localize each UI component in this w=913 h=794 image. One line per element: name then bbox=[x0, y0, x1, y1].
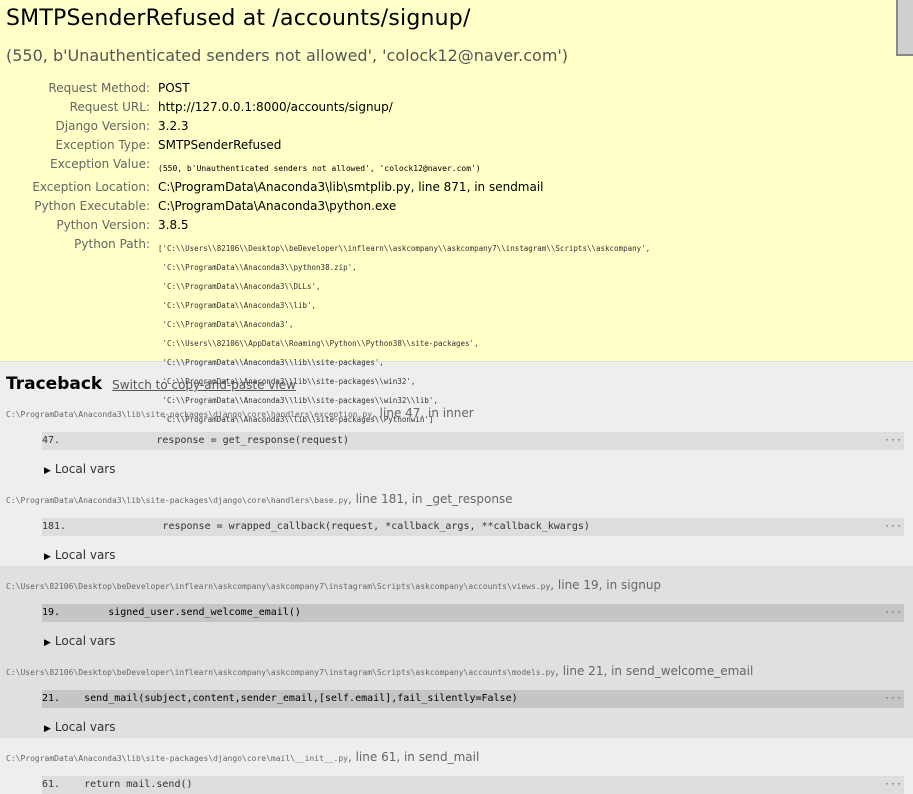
frame-location: , line 181, in _get_response bbox=[347, 492, 513, 506]
triangle-right-icon: ▶ bbox=[44, 638, 51, 648]
traceback-frames: C:\ProgramData\Anaconda3\lib\site-packag… bbox=[0, 394, 913, 794]
expand-context-icon[interactable]: ··· bbox=[884, 776, 902, 794]
local-vars-label: Local vars bbox=[54, 720, 116, 734]
expand-context-icon[interactable]: ··· bbox=[884, 604, 902, 622]
meta-row: Exception Type: SMTPSenderRefused bbox=[6, 136, 650, 155]
frame-filename: C:\ProgramData\Anaconda3\lib\site-packag… bbox=[6, 754, 348, 763]
frame-location: , line 61, in send_mail bbox=[347, 750, 480, 764]
line-number: 19. bbox=[42, 607, 61, 618]
code-text: signed_user.send_welcome_email() bbox=[60, 607, 301, 618]
meta-row: Request Method: POST bbox=[6, 79, 650, 98]
python-path-entry: 'C:\\ProgramData\\Anaconda3\\DLLs', bbox=[158, 282, 321, 291]
expand-context-icon[interactable]: ··· bbox=[884, 432, 902, 450]
line-number: 61. bbox=[42, 779, 61, 790]
meta-value: POST bbox=[158, 81, 190, 95]
meta-row: Request URL: http://127.0.0.1:8000/accoun… bbox=[6, 98, 650, 117]
frame-filename: C:\ProgramData\Anaconda3\lib\site-packag… bbox=[6, 496, 348, 505]
traceback-section: Traceback Switch to copy-and-paste view … bbox=[0, 374, 913, 794]
frame-header: C:\Users\82106\Desktop\beDeveloper\infle… bbox=[6, 566, 913, 594]
exception-value-heading: (550, b'Unauthenticated senders not allo… bbox=[6, 46, 569, 65]
traceback-heading: Traceback Switch to copy-and-paste view bbox=[6, 374, 913, 394]
meta-value: (550, b'Unauthenticated senders not allo… bbox=[158, 164, 481, 173]
frame-header: C:\ProgramData\Anaconda3\lib\site-packag… bbox=[6, 394, 913, 422]
meta-value: C:\ProgramData\Anaconda3\lib\smtplib.py,… bbox=[158, 180, 544, 194]
python-path-entry: 'C:\\ProgramData\\Anaconda3', bbox=[158, 320, 294, 329]
context-line[interactable]: 61. return mail.send() ··· bbox=[42, 776, 904, 794]
triangle-right-icon: ▶ bbox=[44, 552, 51, 562]
context-line[interactable]: 181. response = wrapped_callback(request… bbox=[42, 518, 904, 536]
local-vars-toggle[interactable]: ▶ Local vars bbox=[44, 462, 913, 480]
code-text: send_mail(subject,content,sender_email,[… bbox=[60, 693, 518, 704]
switch-to-copy-paste-link[interactable]: Switch to copy-and-paste view bbox=[112, 378, 296, 392]
frame-location: , line 19, in signup bbox=[550, 578, 662, 592]
meta-row: Exception Location: C:\ProgramData\Anacon… bbox=[6, 178, 650, 197]
meta-label: Exception Location: bbox=[32, 180, 150, 194]
frame-location: , line 47, in inner bbox=[372, 406, 474, 420]
frame-filename: C:\Users\82106\Desktop\beDeveloper\infle… bbox=[6, 582, 551, 591]
triangle-right-icon: ▶ bbox=[44, 724, 51, 734]
error-summary: SMTPSenderRefused at /accounts/signup/ (… bbox=[0, 0, 913, 451]
python-path-entry: 'C:\\ProgramData\\Anaconda3\\python38.zi… bbox=[158, 263, 357, 272]
local-vars-toggle[interactable]: ▶ Local vars bbox=[44, 634, 913, 652]
meta-row: Django Version: 3.2.3 bbox=[6, 117, 650, 136]
meta-label: Python Version: bbox=[56, 218, 150, 232]
frame-header: C:\Users\82106\Desktop\beDeveloper\infle… bbox=[6, 652, 913, 680]
meta-value: C:\ProgramData\Anaconda3\python.exe bbox=[158, 199, 397, 213]
line-number: 181. bbox=[42, 521, 67, 532]
traceback-frame: C:\ProgramData\Anaconda3\lib\site-packag… bbox=[6, 480, 913, 566]
python-path-entry: 'C:\\Users\\82106\\AppData\\Roaming\\Pyt… bbox=[158, 339, 479, 348]
frame-header: C:\ProgramData\Anaconda3\lib\site-packag… bbox=[6, 738, 913, 766]
local-vars-label: Local vars bbox=[54, 462, 116, 476]
meta-label: Exception Value: bbox=[50, 157, 150, 171]
python-path-entry: 'C:\\ProgramData\\Anaconda3\\lib\\site-p… bbox=[158, 358, 384, 367]
expand-context-icon[interactable]: ··· bbox=[884, 690, 902, 708]
meta-row: Exception Value: (550, b'Unauthenticated … bbox=[6, 155, 650, 178]
meta-label: Exception Type: bbox=[55, 138, 150, 152]
meta-label: Request Method: bbox=[48, 81, 150, 95]
corner-widget bbox=[896, 0, 913, 56]
context-line[interactable]: 21. send_mail(subject,content,sender_ema… bbox=[42, 690, 904, 708]
line-number: 47. bbox=[42, 435, 61, 446]
meta-value: 3.2.3 bbox=[158, 119, 189, 133]
local-vars-toggle[interactable]: ▶ Local vars bbox=[44, 548, 913, 566]
frame-location: , line 21, in send_welcome_email bbox=[555, 664, 754, 678]
meta-row: Python Executable: C:\ProgramData\Anacond… bbox=[6, 197, 650, 216]
code-text: response = get_response(request) bbox=[60, 435, 350, 446]
meta-label: Django Version: bbox=[55, 119, 150, 133]
traceback-title: Traceback bbox=[6, 374, 103, 394]
frame-header: C:\ProgramData\Anaconda3\lib\site-packag… bbox=[6, 480, 913, 508]
meta-label: Request URL: bbox=[69, 100, 150, 114]
local-vars-label: Local vars bbox=[54, 548, 116, 562]
python-path-entry: ['C:\\Users\\82106\\Desktop\\beDeveloper… bbox=[158, 244, 651, 253]
python-path-entry: 'C:\\ProgramData\\Anaconda3\\lib', bbox=[158, 301, 317, 310]
traceback-frame: C:\Users\82106\Desktop\beDeveloper\infle… bbox=[0, 566, 913, 652]
traceback-frame: C:\ProgramData\Anaconda3\lib\site-packag… bbox=[6, 738, 913, 794]
meta-value: SMTPSenderRefused bbox=[158, 138, 282, 152]
traceback-frame: C:\Users\82106\Desktop\beDeveloper\infle… bbox=[0, 652, 913, 738]
line-number: 21. bbox=[42, 693, 61, 704]
page-title: SMTPSenderRefused at /accounts/signup/ bbox=[6, 6, 471, 31]
context-line[interactable]: 47. response = get_response(request) ··· bbox=[42, 432, 904, 450]
context-line[interactable]: 19. signed_user.send_welcome_email() ··· bbox=[42, 604, 904, 622]
meta-label: Python Executable: bbox=[34, 199, 150, 213]
meta-value: http://127.0.0.1:8000/accounts/signup/ bbox=[158, 100, 393, 114]
meta-value: 3.8.5 bbox=[158, 218, 189, 232]
frame-filename: C:\ProgramData\Anaconda3\lib\site-packag… bbox=[6, 410, 373, 419]
meta-row: Python Version: 3.8.5 bbox=[6, 216, 650, 235]
traceback-frame: C:\ProgramData\Anaconda3\lib\site-packag… bbox=[6, 394, 913, 480]
code-text: response = wrapped_callback(request, *ca… bbox=[66, 521, 590, 532]
frame-filename: C:\Users\82106\Desktop\beDeveloper\infle… bbox=[6, 668, 556, 677]
local-vars-label: Local vars bbox=[54, 634, 116, 648]
triangle-right-icon: ▶ bbox=[44, 466, 51, 476]
local-vars-toggle[interactable]: ▶ Local vars bbox=[44, 720, 913, 738]
expand-context-icon[interactable]: ··· bbox=[884, 518, 902, 536]
